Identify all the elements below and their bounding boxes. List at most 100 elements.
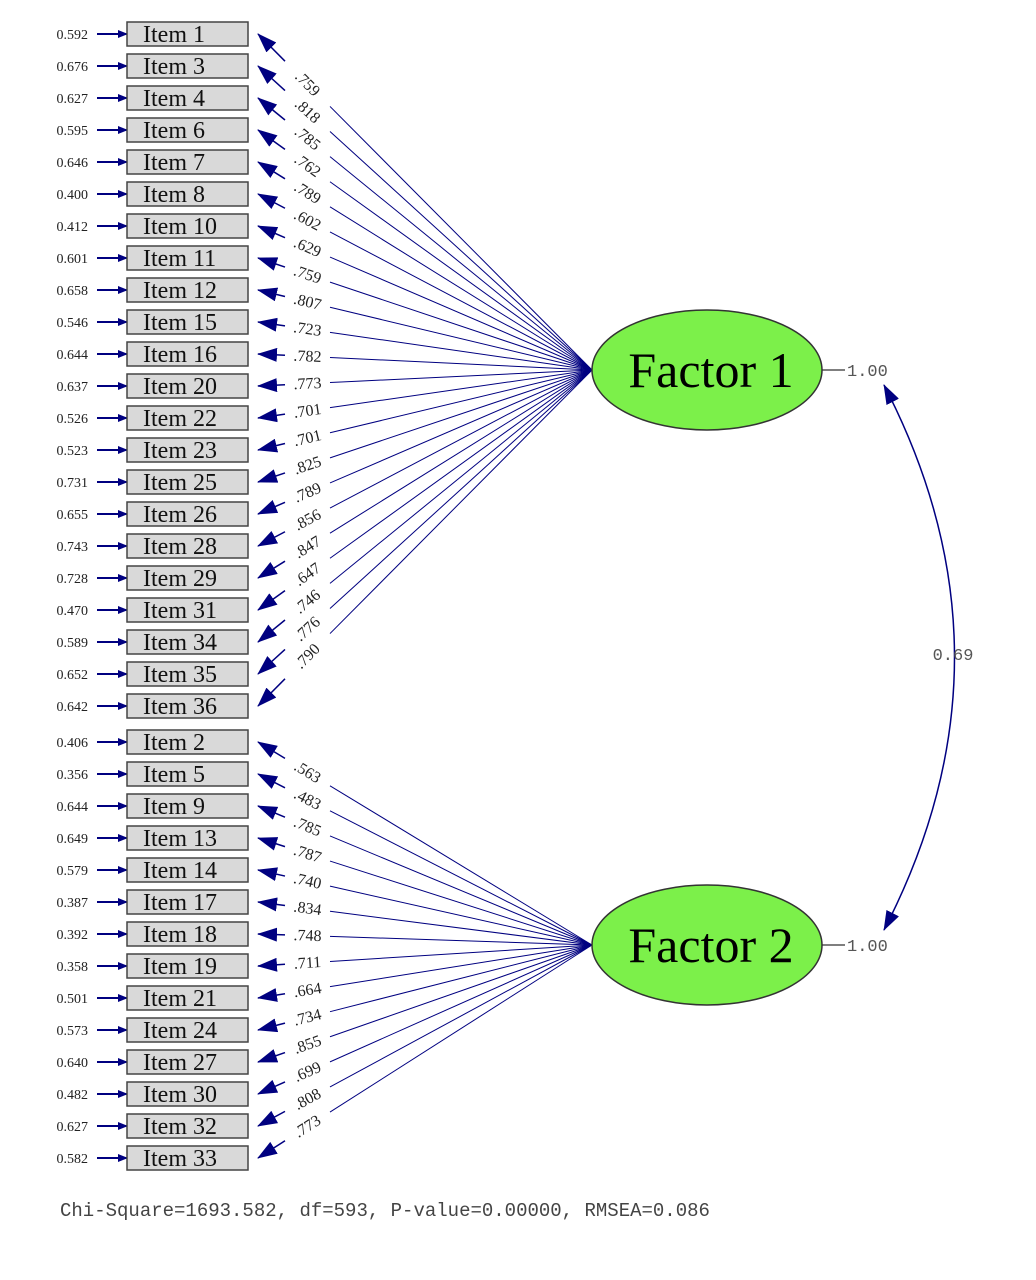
loading-arrow xyxy=(257,678,286,707)
loading-value: .808 xyxy=(291,1085,324,1113)
error-variance: 0.640 xyxy=(57,1056,89,1071)
loading-path xyxy=(329,860,593,946)
error-variance: 0.546 xyxy=(57,316,89,331)
loading-path xyxy=(329,281,593,371)
loading-value: .563 xyxy=(291,758,324,787)
item-label: Item 15 xyxy=(143,310,217,336)
loading-value: .483 xyxy=(291,786,324,814)
error-variance: 0.595 xyxy=(57,124,89,139)
loading-value: .759 xyxy=(291,68,323,100)
item-label: Item 13 xyxy=(143,826,217,852)
loading-path xyxy=(329,935,593,946)
fit-statistics: Chi-Square=1693.582, df=593, P-value=0.0… xyxy=(60,1200,710,1222)
loading-value: .701 xyxy=(293,401,323,422)
loading-arrow xyxy=(257,773,286,789)
error-variance: 0.470 xyxy=(57,604,89,619)
error-variance: 0.501 xyxy=(57,992,89,1007)
factor-1: Factor 1 1.00 xyxy=(591,309,888,431)
error-variance: 0.743 xyxy=(57,540,89,555)
loading-arrow xyxy=(257,560,286,579)
error-variance: 0.642 xyxy=(57,700,89,715)
loading-arrow xyxy=(257,65,286,92)
item-label: Item 35 xyxy=(143,662,217,688)
item-label: Item 17 xyxy=(143,890,217,916)
loading-value: .773 xyxy=(293,375,322,393)
factor-label: Factor 2 xyxy=(628,917,793,973)
error-variance: 0.637 xyxy=(57,380,89,395)
factor-label: Factor 1 xyxy=(628,342,793,398)
loading-path xyxy=(329,181,593,371)
item-label: Item 33 xyxy=(143,1146,217,1172)
loading-arrow xyxy=(257,193,286,210)
item-label: Item 11 xyxy=(143,246,216,272)
error-variance: 0.523 xyxy=(57,444,89,459)
error-variance: 0.676 xyxy=(57,60,89,75)
error-variance: 0.412 xyxy=(57,220,89,235)
error-variance: 0.579 xyxy=(57,864,89,879)
loading-arrow xyxy=(257,988,286,1002)
loading-arrow xyxy=(257,257,286,271)
error-variance: 0.658 xyxy=(57,284,89,299)
loading-value: .785 xyxy=(291,123,323,154)
loading-arrow xyxy=(257,438,286,453)
item-label: Item 3 xyxy=(143,54,205,80)
error-variance: 0.649 xyxy=(57,832,89,847)
item-label: Item 25 xyxy=(143,470,217,496)
loading-path xyxy=(329,231,593,371)
loading-value: .776 xyxy=(292,614,324,645)
loading-value: .785 xyxy=(291,814,323,840)
item-label: Item 12 xyxy=(143,278,217,304)
loading-arrow xyxy=(257,378,286,393)
item-label: Item 19 xyxy=(143,954,217,980)
loading-arrow xyxy=(257,1079,286,1095)
loading-path xyxy=(329,369,593,459)
loading-arrow xyxy=(257,957,286,972)
error-variance: 0.728 xyxy=(57,572,89,587)
loading-value: .790 xyxy=(292,641,324,673)
item-label: Item 22 xyxy=(143,406,217,432)
loading-arrow xyxy=(257,589,286,611)
error-variance: 0.655 xyxy=(57,508,89,523)
loading-path xyxy=(329,256,593,371)
indicator-item-20: 0.637 Item 20 .773 xyxy=(57,369,593,400)
loading-value: .647 xyxy=(291,560,324,590)
error-variance: 0.406 xyxy=(57,736,89,751)
loading-value: .773 xyxy=(291,1112,324,1141)
loading-path xyxy=(329,131,593,371)
loading-arrow xyxy=(257,897,286,912)
loading-arrow xyxy=(257,837,286,851)
error-variance: 0.356 xyxy=(57,768,89,783)
loading-path xyxy=(329,369,593,484)
item-label: Item 16 xyxy=(143,342,217,368)
loading-value: .834 xyxy=(292,899,322,919)
loading-value: .629 xyxy=(291,234,323,261)
item-label: Item 20 xyxy=(143,374,217,400)
loading-value: .723 xyxy=(292,319,322,340)
factor-variance: 1.00 xyxy=(847,363,888,382)
loading-arrow xyxy=(257,867,286,881)
loading-path xyxy=(329,369,593,559)
loading-value: .782 xyxy=(293,348,322,366)
loading-arrow xyxy=(257,648,286,675)
factor-2: Factor 2 1.00 xyxy=(591,884,888,1006)
loading-path xyxy=(329,885,593,946)
error-variance: 0.573 xyxy=(57,1024,89,1039)
item-label: Item 26 xyxy=(143,502,217,528)
item-label: Item 1 xyxy=(143,22,205,48)
item-label: Item 27 xyxy=(143,1050,217,1076)
loading-value: .855 xyxy=(292,1032,324,1057)
item-label: Item 2 xyxy=(143,730,205,756)
error-variance: 0.652 xyxy=(57,668,89,683)
loading-arrow xyxy=(257,805,286,820)
item-label: Item 36 xyxy=(143,694,217,720)
indicator-item-16: 0.644 Item 16 .782 xyxy=(57,341,593,371)
loading-arrow xyxy=(257,129,286,151)
loading-value: .699 xyxy=(291,1059,323,1086)
loading-arrow xyxy=(257,347,286,362)
loading-path xyxy=(329,944,593,1113)
error-variance: 0.526 xyxy=(57,412,89,427)
loading-arrow xyxy=(257,500,286,515)
loading-arrow xyxy=(257,619,286,643)
correlation-value: 0.69 xyxy=(933,647,974,666)
loading-path xyxy=(329,944,593,1088)
